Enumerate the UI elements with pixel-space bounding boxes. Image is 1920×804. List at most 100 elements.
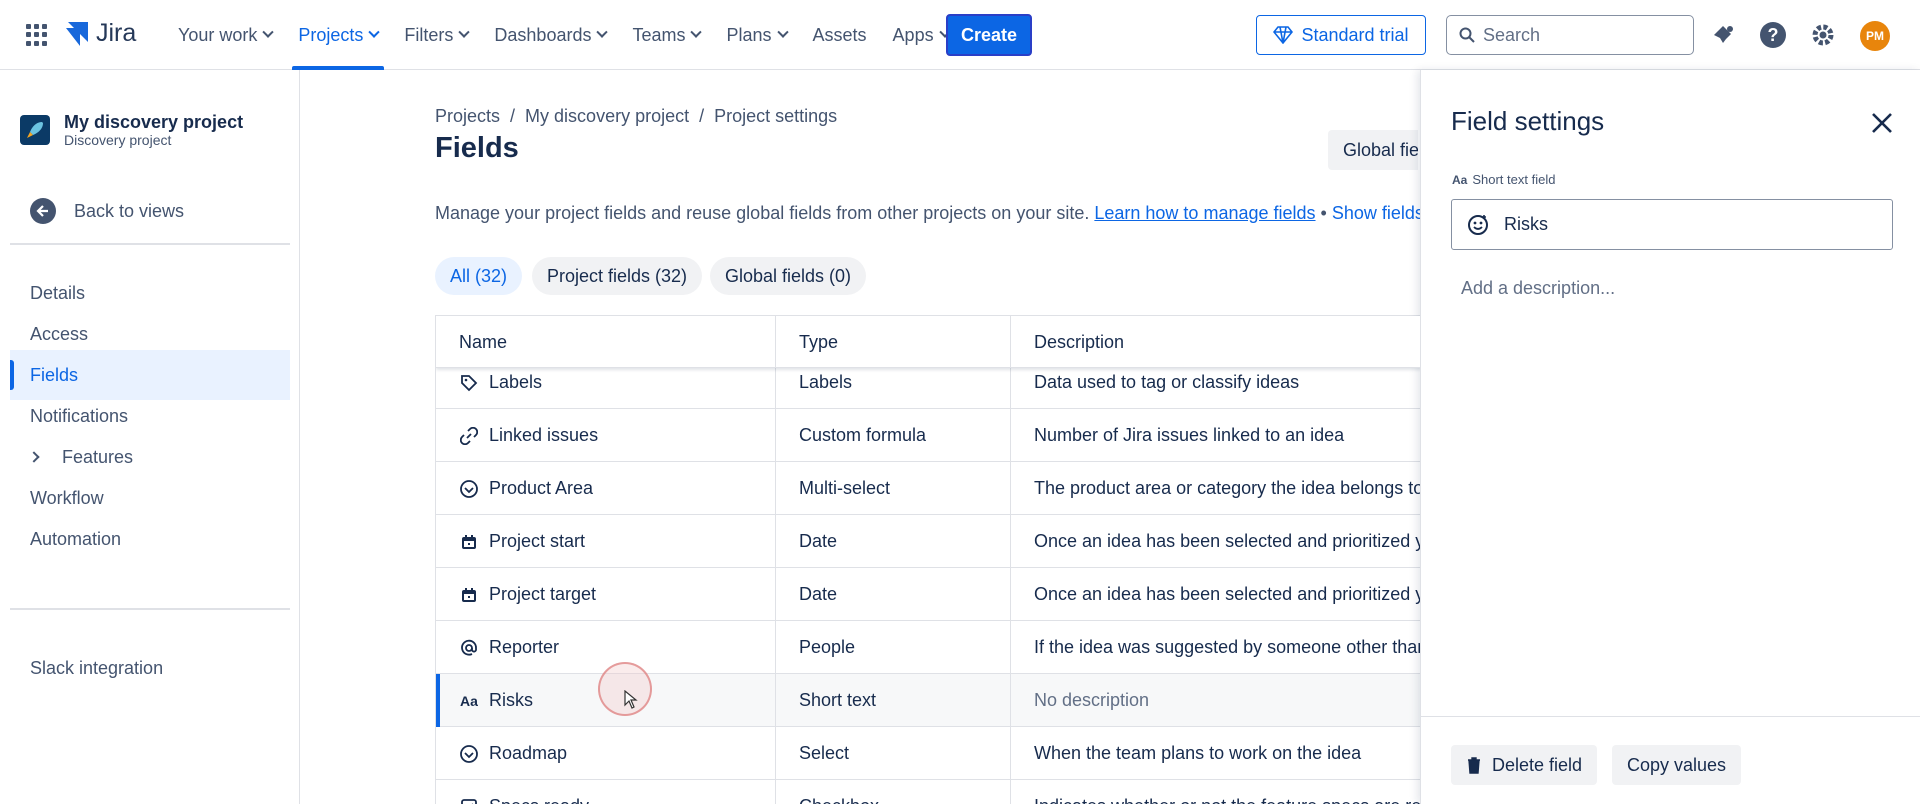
breadcrumb-item[interactable]: Projects bbox=[435, 106, 500, 127]
panel-title: Field settings bbox=[1451, 106, 1605, 136]
notifications-icon[interactable] bbox=[1708, 20, 1738, 50]
back-to-views-label: Back to views bbox=[74, 200, 185, 221]
settings-gear-icon[interactable] bbox=[1808, 20, 1838, 50]
field-settings-panel: Field settings Aa Short text field Risks… bbox=[1420, 70, 1920, 804]
table-row[interactable]: Reporter People If the idea was suggested … bbox=[436, 621, 1420, 674]
column-header-type[interactable]: Type bbox=[776, 316, 838, 368]
emoji-icon[interactable] bbox=[1466, 213, 1490, 237]
cell-description: The product area or category the idea be… bbox=[1034, 478, 1420, 498]
nav-item-projects[interactable]: Projects bbox=[290, 0, 386, 70]
nav-item-label: Assets bbox=[812, 24, 867, 45]
cell-type: Date bbox=[799, 531, 838, 551]
breadcrumb-item[interactable]: My discovery project bbox=[525, 106, 689, 127]
nav-item-filters[interactable]: Filters bbox=[396, 0, 476, 70]
delete-field-button[interactable]: Delete field bbox=[1451, 745, 1598, 785]
field-name: Reporter bbox=[489, 637, 560, 657]
add-description-field[interactable]: Add a description... bbox=[1461, 278, 1615, 299]
nav-item-assets[interactable]: Assets bbox=[805, 0, 875, 70]
nav-item-label: Teams bbox=[632, 24, 686, 45]
sidebar-item-slack-integration[interactable]: Slack integration bbox=[10, 643, 290, 693]
filter-chip[interactable]: Global fields (0) bbox=[710, 257, 867, 295]
checkbox-icon bbox=[459, 797, 479, 804]
nav-item-plans[interactable]: Plans bbox=[718, 0, 794, 70]
cell-description: Once an idea has been selected and prior… bbox=[1034, 584, 1420, 604]
chevron-down-icon bbox=[262, 26, 275, 38]
search-input[interactable]: Search bbox=[1446, 15, 1694, 55]
cell-type: Checkbox bbox=[799, 780, 1009, 804]
sidebar-item-automation[interactable]: Automation bbox=[10, 514, 290, 564]
cell-description: Number of Jira issues linked to an idea bbox=[1034, 425, 1345, 445]
sidebar-divider bbox=[10, 243, 290, 245]
project-name: My discovery project bbox=[64, 112, 244, 132]
tag-icon bbox=[459, 373, 479, 393]
field-name: Product Area bbox=[489, 478, 594, 498]
field-name: Project start bbox=[489, 531, 586, 551]
nav-item-your-work[interactable]: Your work bbox=[170, 0, 280, 70]
standard-trial-button[interactable]: Standard trial bbox=[1256, 15, 1426, 55]
nav-items: Your work Projects Filters Dashboards Teams P… bbox=[170, 0, 967, 70]
sidebar-item-label: Notifications bbox=[30, 405, 129, 426]
help-icon[interactable]: ? bbox=[1758, 20, 1788, 50]
table-row[interactable]: Product Area Multi-select The product area… bbox=[436, 462, 1420, 515]
column-header-description[interactable]: Description bbox=[1011, 316, 1124, 368]
table-row[interactable]: Project start Date Once an idea has been s… bbox=[436, 515, 1420, 568]
trash-icon bbox=[1468, 757, 1480, 774]
mouse-cursor-icon bbox=[624, 690, 638, 709]
page-title: Fields bbox=[435, 132, 519, 164]
calendar-icon bbox=[459, 532, 479, 552]
field-name: Risks bbox=[489, 690, 533, 710]
table-row[interactable]: Roadmap Select When the team plans to work… bbox=[436, 727, 1420, 780]
cell-description: When the team plans to work on the idea bbox=[1034, 743, 1362, 763]
chevron-right-icon[interactable] bbox=[28, 451, 40, 463]
user-avatar[interactable]: PM bbox=[1860, 21, 1890, 51]
field-name-input[interactable]: Risks bbox=[1451, 199, 1893, 250]
back-to-views-link[interactable]: Back to views bbox=[30, 198, 184, 224]
breadcrumb-item[interactable]: Project settings bbox=[714, 106, 837, 127]
project-header[interactable]: My discovery project Discovery project bbox=[20, 112, 243, 148]
filter-chip[interactable]: Project fields (32) bbox=[532, 257, 703, 295]
delete-field-label: Delete field bbox=[1492, 754, 1583, 775]
jira-logo[interactable]: Jira bbox=[64, 18, 136, 48]
global-fields-button[interactable]: Global fie bbox=[1328, 130, 1418, 170]
cell-type: Select bbox=[799, 743, 850, 763]
show-fields-link[interactable]: Show fields to bbox=[1332, 203, 1420, 223]
short-text-icon: Aa bbox=[1452, 172, 1468, 187]
cell-description: Once an idea has been selected and prior… bbox=[1034, 531, 1420, 551]
field-kind-label: Short text field bbox=[1472, 172, 1556, 187]
field-name: Roadmap bbox=[489, 743, 568, 763]
close-icon[interactable] bbox=[1867, 108, 1897, 138]
cell-name: Linked issues bbox=[459, 409, 759, 462]
search-placeholder: Search bbox=[1483, 24, 1541, 45]
field-name: Project target bbox=[489, 584, 597, 604]
create-button[interactable]: Create bbox=[946, 14, 1032, 56]
copy-values-button[interactable]: Copy values bbox=[1612, 745, 1742, 785]
filter-chip[interactable]: All (32) bbox=[435, 257, 523, 295]
breadcrumb-separator: / bbox=[699, 106, 705, 126]
calendar-icon bbox=[459, 585, 479, 605]
sidebar-item-label: Features bbox=[62, 446, 134, 467]
select-icon bbox=[459, 479, 479, 499]
cell-name: Project start bbox=[459, 515, 759, 568]
table-header: Name Type Description bbox=[436, 316, 1420, 368]
table-row[interactable]: Linked issues Custom formula Number of Jir… bbox=[436, 409, 1420, 462]
nav-item-dashboards[interactable]: Dashboards bbox=[486, 0, 614, 70]
sidebar-item-label: Access bbox=[30, 323, 89, 344]
table-row[interactable]: Specs ready Checkbox Indicates whether or … bbox=[436, 780, 1420, 804]
jira-logo-icon bbox=[66, 22, 88, 46]
table-row[interactable]: Project target Date Once an idea has been … bbox=[436, 568, 1420, 621]
learn-fields-link[interactable]: Learn how to manage fields bbox=[1094, 203, 1315, 223]
nav-item-teams[interactable]: Teams bbox=[624, 0, 708, 70]
chevron-down-icon bbox=[368, 26, 381, 38]
logo-text: Jira bbox=[96, 18, 137, 47]
chevron-down-icon bbox=[690, 26, 703, 38]
table-row[interactable]: Aa Risks Short text No description bbox=[436, 674, 1420, 727]
field-kind: Aa Short text field bbox=[1452, 172, 1555, 187]
app-switcher-icon[interactable] bbox=[26, 24, 48, 46]
field-name: Labels bbox=[489, 372, 543, 392]
project-type: Discovery project bbox=[64, 132, 172, 148]
top-navigation: Jira Your work Projects Filters Dashboards T… bbox=[0, 0, 1920, 70]
cell-type: Date bbox=[799, 584, 838, 604]
nav-item-label: Projects bbox=[298, 24, 364, 45]
column-header-name[interactable]: Name bbox=[436, 316, 507, 368]
short-text-icon: Aa bbox=[460, 692, 478, 709]
